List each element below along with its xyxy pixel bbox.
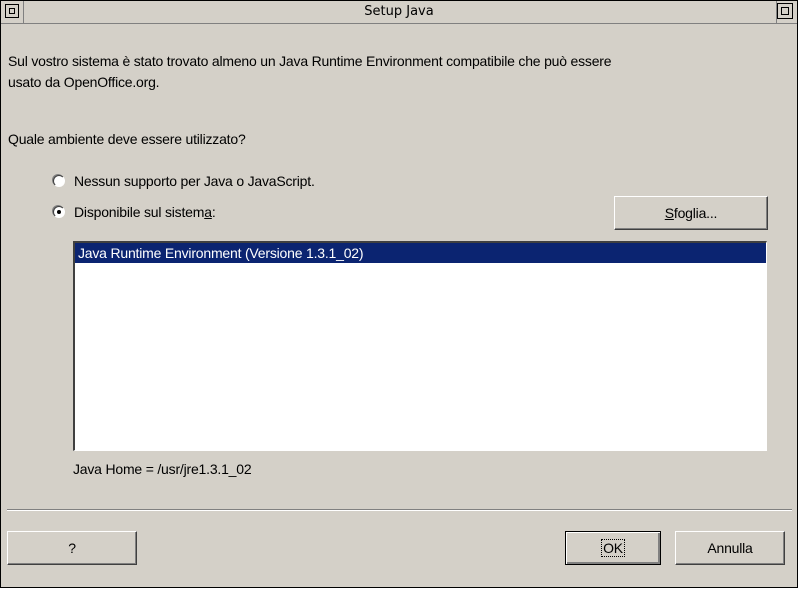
radio-available-on-system[interactable]: Disponibile sul sistema: [53,204,216,220]
browse-button-label: Sfoglia... [664,205,718,221]
list-item[interactable]: Java Runtime Environment (Versione 1.3.1… [75,243,766,263]
intro-text-line-2: usato da OpenOffice.org. [8,74,160,90]
ok-button[interactable]: OK [565,531,661,565]
question-label: Quale ambiente deve essere utilizzato? [8,131,246,147]
maximize-icon[interactable] [777,3,793,19]
intro-text-line-1: Sul vostro sistema è stato trovato almen… [8,53,612,69]
radio-available-label: Disponibile sul sistema: [74,204,216,220]
title-bar[interactable]: Setup Java [1,1,797,24]
window-title: Setup Java [364,4,434,19]
radio-no-java-label: Nessun supporto per Java o JavaScript. [74,173,315,189]
footer-separator [7,509,792,511]
java-home-label: Java Home = /usr/jre1.3.1_02 [73,461,252,477]
cancel-button-label: Annulla [707,540,753,556]
browse-button[interactable]: Sfoglia... [614,196,768,230]
radio-button-checked[interactable] [53,206,65,218]
help-button[interactable]: ? [7,531,137,565]
jre-list[interactable]: Java Runtime Environment (Versione 1.3.1… [73,241,767,451]
radio-no-java[interactable]: Nessun supporto per Java o JavaScript. [53,173,315,189]
cancel-button[interactable]: Annulla [675,531,785,565]
setup-java-dialog: Setup Java Sul vostro sistema è stato tr… [0,0,798,588]
ok-button-label: OK [601,539,625,557]
radio-button-unchecked[interactable] [53,175,65,187]
help-button-label: ? [68,540,76,556]
